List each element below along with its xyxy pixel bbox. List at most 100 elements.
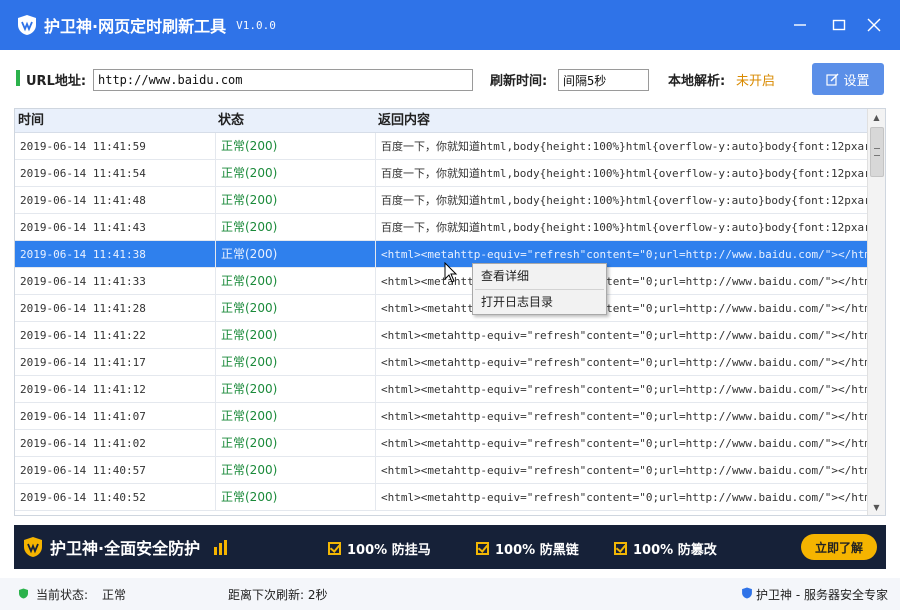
table-row[interactable]: 2019-06-14 11:41:02 正常(200) <html><metahtt…	[15, 430, 867, 457]
table-row[interactable]: 2019-06-14 11:41:17 正常(200) <html><metahtt…	[15, 349, 867, 376]
cell-response: 百度一下，你就知道html,body{height:100%}html{over…	[375, 160, 867, 186]
settings-label: 设置	[843, 73, 870, 89]
log-table: 时间 状态 返回内容 2019-06-14 11:41:59 正常(200) 百度一…	[14, 108, 886, 516]
table-row[interactable]: 2019-06-14 11:41:28 正常(200) <html><metahtt…	[15, 295, 867, 322]
feature-anti-trojan: 100% 防挂马	[328, 539, 431, 558]
settings-button[interactable]: 设置	[812, 63, 884, 95]
cell-status: 正常(200)	[215, 214, 375, 240]
table-row[interactable]: 2019-06-14 11:41:43 正常(200) 百度一下，你就知道html,…	[15, 214, 867, 241]
cell-time: 2019-06-14 11:41:22	[20, 329, 146, 342]
vertical-scrollbar[interactable]: ▲ ▼	[867, 109, 885, 515]
maximize-button[interactable]	[829, 15, 849, 35]
cell-response: <html><metahttp-equiv="refresh"content="…	[375, 376, 867, 402]
scroll-up-arrow-icon[interactable]: ▲	[868, 109, 885, 125]
promo-banner: 护卫神·全面安全防护 100% 防挂马 100% 防黑链 100% 防篡改 立即…	[14, 525, 886, 569]
minimize-button[interactable]	[790, 15, 810, 35]
cell-status: 正常(200)	[215, 241, 375, 267]
current-state-value: 正常	[102, 588, 127, 602]
cell-status: 正常(200)	[215, 349, 375, 375]
menu-item-open-log-folder[interactable]: 打开日志目录	[473, 290, 606, 315]
cell-time: 2019-06-14 11:41:38	[20, 248, 146, 261]
cell-response: <html><metahttp-equiv="refresh"content="…	[375, 295, 867, 321]
cell-status: 正常(200)	[215, 322, 375, 348]
checkbox-icon	[476, 542, 489, 555]
cell-time: 2019-06-14 11:41:07	[20, 410, 146, 423]
table-row[interactable]: 2019-06-14 11:41:07 正常(200) <html><metahtt…	[15, 403, 867, 430]
title-bar: 护卫神·网页定时刷新工具 V1.0.0	[0, 0, 900, 50]
close-button[interactable]	[864, 15, 884, 35]
cell-status: 正常(200)	[215, 403, 375, 429]
scrollbar-thumb[interactable]	[870, 127, 884, 177]
cell-status: 正常(200)	[215, 295, 375, 321]
checkbox-icon	[614, 542, 627, 555]
scroll-down-arrow-icon[interactable]: ▼	[868, 499, 885, 515]
table-row[interactable]: 2019-06-14 11:40:57 正常(200) <html><metahtt…	[15, 457, 867, 484]
minimize-icon	[794, 24, 806, 26]
table-body: 2019-06-14 11:41:59 正常(200) 百度一下，你就知道html,…	[15, 133, 867, 511]
url-input[interactable]	[93, 69, 473, 91]
edit-icon	[826, 73, 839, 86]
cell-response: 百度一下，你就知道html,body{height:100%}html{over…	[375, 133, 867, 159]
column-header-status[interactable]: 状态	[215, 109, 375, 132]
shield-logo-icon	[18, 15, 36, 35]
cell-time: 2019-06-14 11:41:12	[20, 383, 146, 396]
feature-anti-blacklink: 100% 防黑链	[476, 539, 579, 558]
context-menu: 查看详细 打开日志目录	[472, 263, 607, 315]
cell-response: <html><metahttp-equiv="refresh"content="…	[375, 403, 867, 429]
cell-status: 正常(200)	[215, 430, 375, 456]
cell-response: <html><metahttp-equiv="refresh"content="…	[375, 430, 867, 456]
cell-time: 2019-06-14 11:40:52	[20, 491, 146, 504]
cell-status: 正常(200)	[215, 484, 375, 510]
cell-status: 正常(200)	[215, 457, 375, 483]
cell-status: 正常(200)	[215, 376, 375, 402]
table-row[interactable]: 2019-06-14 11:41:12 正常(200) <html><metahtt…	[15, 376, 867, 403]
cell-response: <html><metahttp-equiv="refresh"content="…	[375, 349, 867, 375]
local-resolve-status: 未开启	[736, 74, 776, 89]
column-header-response[interactable]: 返回内容	[375, 109, 867, 132]
table-row[interactable]: 2019-06-14 11:41:48 正常(200) 百度一下，你就知道html,…	[15, 187, 867, 214]
close-icon	[867, 18, 881, 32]
cell-time: 2019-06-14 11:41:54	[20, 167, 146, 180]
local-resolve-label: 本地解析:	[668, 74, 726, 89]
feature-anti-tamper: 100% 防篡改	[614, 539, 717, 558]
cell-time: 2019-06-14 11:41:43	[20, 221, 146, 234]
cell-response: <html><metahttp-equiv="refresh"content="…	[375, 484, 867, 510]
table-header: 时间 状态 返回内容	[15, 109, 867, 133]
status-indicator-icon	[19, 588, 28, 599]
cell-status: 正常(200)	[215, 133, 375, 159]
maximize-icon	[832, 19, 846, 31]
cell-time: 2019-06-14 11:41:59	[20, 140, 146, 153]
app-title: 护卫神·网页定时刷新工具	[44, 17, 227, 36]
menu-item-view-details[interactable]: 查看详细	[473, 264, 606, 289]
status-bar: 当前状态: 正常 距离下次刷新: 2秒 护卫神 - 服务器安全专家	[0, 578, 900, 610]
table-row[interactable]: 2019-06-14 11:41:59 正常(200) 百度一下，你就知道html,…	[15, 133, 867, 160]
table-row[interactable]: 2019-06-14 11:40:52 正常(200) <html><metahtt…	[15, 484, 867, 511]
table-row[interactable]: 2019-06-14 11:41:22 正常(200) <html><metahtt…	[15, 322, 867, 349]
cell-response: 百度一下，你就知道html,body{height:100%}html{over…	[375, 187, 867, 213]
table-row[interactable]: 2019-06-14 11:41:38 正常(200) <html><metahtt…	[15, 241, 867, 268]
refresh-interval-label: 刷新时间:	[490, 74, 548, 89]
cell-time: 2019-06-14 11:41:17	[20, 356, 146, 369]
column-header-time[interactable]: 时间	[15, 109, 215, 132]
current-state-label: 当前状态:	[36, 588, 89, 602]
table-row[interactable]: 2019-06-14 11:41:33 正常(200) <html><metahtt…	[15, 268, 867, 295]
table-row[interactable]: 2019-06-14 11:41:54 正常(200) 百度一下，你就知道html,…	[15, 160, 867, 187]
cell-response: 百度一下，你就知道html,body{height:100%}html{over…	[375, 214, 867, 240]
refresh-interval-input[interactable]	[558, 69, 649, 91]
sparkle-icon	[214, 540, 228, 555]
cell-time: 2019-06-14 11:41:33	[20, 275, 146, 288]
cell-response: <html><metahttp-equiv="refresh"content="…	[375, 322, 867, 348]
learn-more-button[interactable]: 立即了解	[801, 534, 877, 560]
cell-time: 2019-06-14 11:40:57	[20, 464, 146, 477]
shield-logo-icon	[24, 537, 42, 557]
section-marker	[16, 70, 20, 86]
cell-response: <html><metahttp-equiv="refresh"content="…	[375, 457, 867, 483]
shield-logo-icon	[742, 587, 752, 599]
app-version: V1.0.0	[236, 18, 276, 32]
cell-status: 正常(200)	[215, 187, 375, 213]
toolbar: URL地址: 刷新时间: 本地解析: 未开启 设置	[0, 50, 900, 106]
checkbox-icon	[328, 542, 341, 555]
cell-status: 正常(200)	[215, 268, 375, 294]
cell-time: 2019-06-14 11:41:48	[20, 194, 146, 207]
cell-status: 正常(200)	[215, 160, 375, 186]
